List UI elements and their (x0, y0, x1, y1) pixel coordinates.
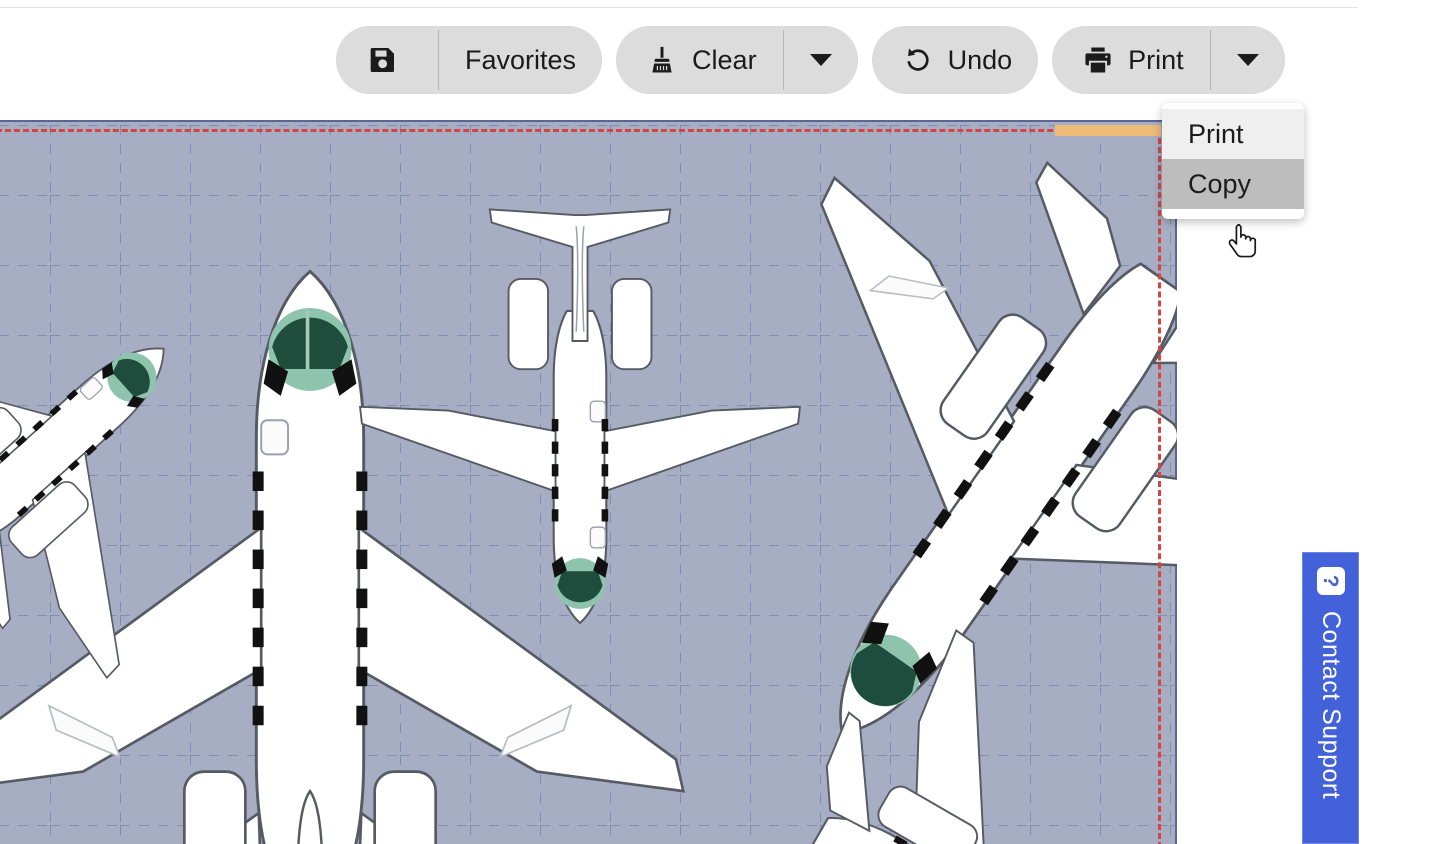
drawing-canvas-viewport[interactable] (0, 120, 1177, 844)
question-mark-icon: ? (1316, 567, 1345, 595)
broom-icon (646, 44, 678, 76)
header-divider (0, 7, 1358, 8)
menu-item-print[interactable]: Print (1162, 109, 1304, 159)
undo-button-label: Undo (947, 44, 1013, 75)
printer-icon (1082, 44, 1114, 76)
question-mark-glyph: ? (1319, 574, 1342, 588)
toolbar: Favorites Clear Undo Print (336, 26, 1285, 94)
application-root: Favorites Clear Undo Print Print Copy ? … (0, 0, 1442, 844)
clear-dropdown-toggle[interactable] (783, 26, 858, 94)
aircraft-airliner-top-right[interactable] (576, 122, 1177, 844)
print-dropdown-menu: Print Copy (1162, 103, 1304, 219)
contact-support-tab[interactable]: ? Contact Support (1302, 552, 1359, 844)
favorites-button[interactable]: Favorites (439, 26, 603, 94)
menu-item-copy[interactable]: Copy (1162, 159, 1304, 209)
chevron-down-icon (809, 54, 832, 66)
undo-arrow-icon (902, 44, 934, 76)
pointing-hand-cursor (1228, 224, 1257, 258)
undo-button[interactable]: Undo (871, 26, 1039, 94)
aircraft-regional-jet-center[interactable] (358, 208, 802, 625)
clear-button-group: Clear (616, 26, 858, 94)
undo-button-group: Undo (871, 26, 1039, 94)
menu-item-copy-label: Copy (1188, 168, 1252, 199)
print-dropdown-toggle[interactable] (1210, 26, 1285, 94)
print-button-label: Print (1128, 44, 1184, 75)
print-button[interactable]: Print (1052, 26, 1210, 94)
menu-item-print-label: Print (1188, 118, 1244, 149)
print-button-group: Print (1052, 26, 1285, 94)
aircraft-layer (0, 122, 1177, 844)
contact-support-label: Contact Support (1317, 611, 1345, 800)
clear-button[interactable]: Clear (616, 26, 783, 94)
save-button[interactable] (336, 26, 438, 94)
chevron-down-icon (1236, 54, 1259, 66)
drawing-canvas[interactable] (0, 120, 1177, 844)
favorites-button-group: Favorites (336, 26, 603, 94)
favorites-button-label: Favorites (465, 44, 577, 75)
save-floppy-icon (366, 44, 398, 76)
clear-button-label: Clear (692, 44, 757, 75)
